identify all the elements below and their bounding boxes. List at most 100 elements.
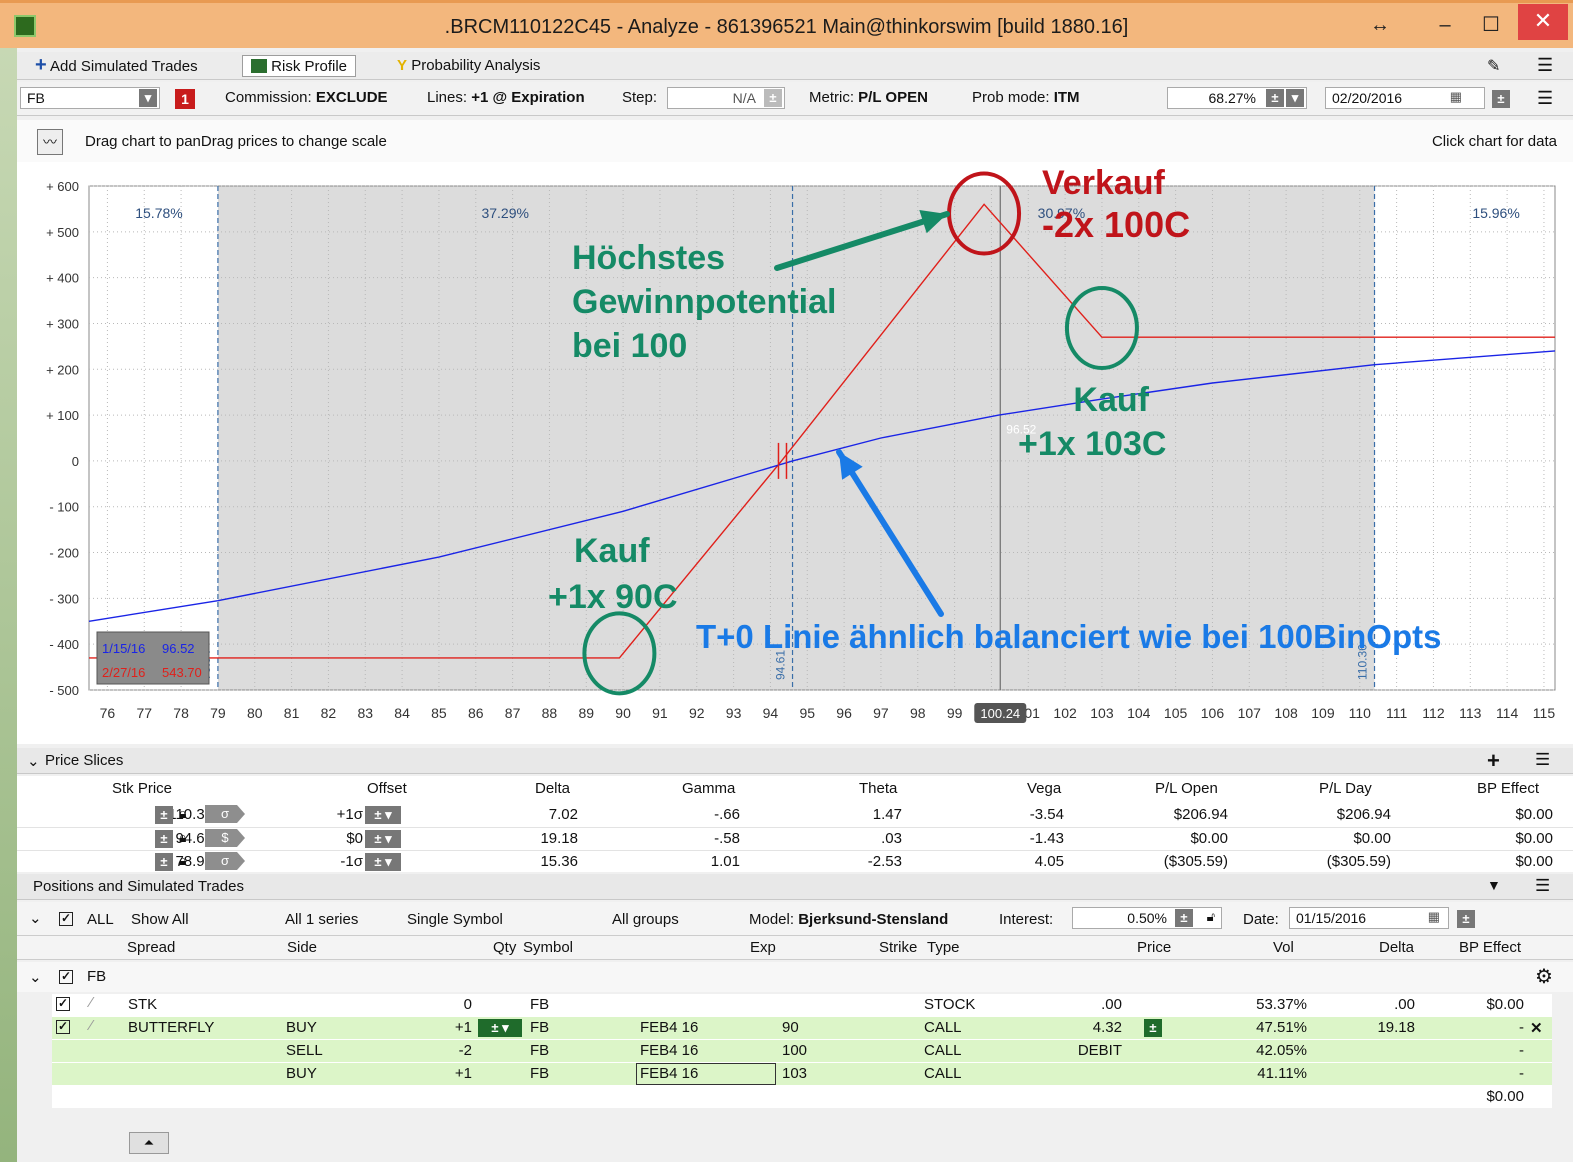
commission-control[interactable]: Commission: EXCLUDE — [225, 89, 388, 106]
slice-mode-toggle[interactable]: σ — [205, 852, 245, 870]
expand-up-icon[interactable]: ⏶ — [129, 1132, 169, 1154]
row-graph-icon[interactable]: ⁄ — [90, 1017, 93, 1034]
position-row[interactable]: ✓ ⁄ BUTTERFLY BUY +1 FB FEB4 16 90 CALL 4.32 47.51… — [52, 1017, 1552, 1039]
slice-mode-toggle[interactable]: $ — [205, 829, 245, 847]
date-input[interactable]: 02/20/2016 ▦ — [1325, 87, 1485, 109]
price-stepper-icon[interactable]: ± — [155, 830, 173, 848]
position-strike: 90 — [782, 1019, 799, 1036]
slice-bp: $0.00 — [1515, 830, 1553, 847]
symbol-selector[interactable]: FB ▾ — [20, 87, 160, 109]
slice-mode-toggle[interactable]: σ — [205, 805, 245, 823]
step-input[interactable]: N/A ± — [667, 87, 785, 109]
alert-badge[interactable]: 1 — [175, 89, 195, 109]
position-side: BUY — [286, 1019, 317, 1036]
dropdown-arrow-icon: ▾ — [1286, 89, 1304, 107]
metric-control[interactable]: Metric: P/L OPEN — [809, 89, 928, 106]
position-strike: 100 — [782, 1042, 808, 1059]
position-row[interactable]: BUY +1 FB FEB4 16 103 CALL 41.11% - — [52, 1063, 1552, 1085]
position-symbol: FB — [530, 996, 550, 1013]
lock-icon[interactable]: 🔓︎ — [1207, 909, 1215, 925]
menu-icon[interactable]: ☰ — [1537, 55, 1553, 76]
tab-risk-profile[interactable]: Risk Profile — [242, 55, 357, 77]
y-tick-label: + 600 — [46, 179, 79, 194]
y-tick-label: - 200 — [49, 546, 79, 561]
slice-offset[interactable]: -1σ — [340, 853, 363, 870]
position-qty: +1 — [454, 1019, 472, 1036]
lock-icon[interactable]: 🔒︎ — [179, 852, 186, 869]
date-stepper-icon[interactable]: ± — [1492, 90, 1510, 108]
price-stepper-icon[interactable]: ± — [155, 806, 173, 824]
collapse-chevron-icon[interactable]: ⌄ — [29, 968, 42, 986]
show-all-dropdown[interactable]: Show All — [131, 911, 189, 928]
row-graph-icon[interactable]: ⁄ — [90, 994, 93, 1011]
remove-position-icon[interactable]: ✕ — [1530, 1019, 1543, 1037]
calendar-icon[interactable]: ▦ — [1428, 909, 1440, 925]
menu-icon[interactable]: ☰ — [1537, 88, 1553, 109]
position-row[interactable]: SELL -2 FB FEB4 16 100 CALL DEBIT 42.05% - — [52, 1040, 1552, 1062]
slice-offset[interactable]: +1σ — [337, 806, 363, 823]
qty-stepper-icon[interactable]: ± ▾ — [478, 1019, 522, 1037]
position-price: .00 — [1101, 996, 1122, 1013]
price-stepper-icon[interactable]: ± — [1144, 1019, 1162, 1037]
symbol-mode-dropdown[interactable]: Single Symbol — [407, 911, 503, 928]
zone-probability-label: 15.96% — [1472, 205, 1519, 221]
date-stepper-icon[interactable]: ± — [1457, 910, 1475, 928]
x-tick-label: 89 — [578, 705, 594, 721]
probability-input[interactable]: 68.27% ± ▾ — [1167, 87, 1307, 109]
maximize-button[interactable]: ☐ — [1476, 11, 1506, 39]
offset-stepper-icon[interactable]: ± ▾ — [365, 853, 401, 871]
x-tick-label: 95 — [799, 705, 815, 721]
collapse-arrow-icon[interactable]: ▼ — [1487, 877, 1501, 893]
menu-icon[interactable]: ☰ — [1535, 750, 1550, 770]
x-tick-label: 82 — [321, 705, 337, 721]
tab-bar: + Add Simulated Trades Risk Profile Y Pr… — [17, 52, 1573, 80]
lock-icon[interactable]: 🔒︎ — [179, 805, 186, 822]
resize-icon[interactable]: ↔ — [1365, 11, 1395, 39]
position-side: BUY — [286, 1065, 317, 1082]
group-checkbox[interactable]: ✓ — [59, 970, 73, 984]
pin-icon[interactable]: ✎ — [1487, 56, 1500, 76]
collapse-chevron-icon[interactable]: ⌄ — [27, 752, 40, 770]
calendar-icon[interactable]: ▦ — [1450, 89, 1462, 105]
menu-icon[interactable]: ☰ — [1535, 876, 1550, 896]
series-dropdown[interactable]: All 1 series — [285, 911, 358, 928]
slice-bp: $0.00 — [1515, 806, 1553, 823]
offset-stepper-icon[interactable]: ± ▾ — [365, 830, 401, 848]
lock-icon[interactable]: 🔒︎ — [179, 829, 186, 846]
legend-date: 2/27/16 — [102, 665, 145, 680]
close-button[interactable]: ✕ — [1518, 4, 1568, 40]
slice-bp: $0.00 — [1515, 853, 1553, 870]
price-slices-header[interactable]: ⌄ Price Slices + ☰ — [17, 748, 1573, 774]
positions-date-input[interactable]: 01/15/2016 ▦ — [1289, 907, 1449, 929]
x-tick-label: 78 — [173, 705, 189, 721]
prob-mode-control[interactable]: Prob mode: ITM — [972, 89, 1080, 106]
slice-offset[interactable]: $0 — [346, 830, 363, 847]
price-stepper-icon[interactable]: ± — [155, 853, 173, 871]
position-group-fb[interactable]: ⌄ ✓ FB ⚙ — [17, 962, 1573, 992]
exp-edit-box[interactable] — [636, 1063, 776, 1085]
all-checkbox[interactable]: ✓ — [59, 912, 73, 926]
model-dropdown[interactable]: Model: Bjerksund-Stensland — [749, 911, 948, 928]
tab-add-simulated-trades[interactable]: + Add Simulated Trades — [27, 55, 206, 77]
x-tick-label: 110 — [1349, 705, 1372, 721]
add-slice-button[interactable]: + — [1487, 748, 1500, 774]
col-spread: Spread — [127, 939, 176, 956]
x-tick-label: 77 — [136, 705, 152, 721]
position-strike: 103 — [782, 1065, 808, 1082]
groups-dropdown[interactable]: All groups — [612, 911, 679, 928]
tab-probability-analysis[interactable]: Y Probability Analysis — [389, 55, 548, 77]
chart-settings-icon[interactable]: 〰 — [37, 129, 63, 155]
y-tick-label: + 200 — [46, 362, 79, 377]
minimize-button[interactable]: – — [1430, 11, 1460, 39]
lines-control[interactable]: Lines: +1 @ Expiration — [427, 89, 585, 106]
gear-icon[interactable]: ⚙ — [1535, 964, 1553, 989]
y-tick-label: 0 — [72, 454, 79, 469]
col-stk-price: Stk Price — [112, 780, 173, 797]
row-checkbox[interactable]: ✓ — [56, 1020, 70, 1034]
offset-stepper-icon[interactable]: ± ▾ — [365, 806, 401, 824]
row-checkbox[interactable]: ✓ — [56, 997, 70, 1011]
position-row[interactable]: ✓ ⁄ STK 0 FB STOCK .00 53.37% .00 $0.00 — [52, 994, 1552, 1016]
interest-input[interactable]: 0.50% ± 🔓︎ — [1072, 907, 1222, 929]
positions-header[interactable]: Positions and Simulated Trades ▼ ☰ — [17, 874, 1573, 900]
collapse-chevron-icon[interactable]: ⌄ — [29, 909, 42, 927]
